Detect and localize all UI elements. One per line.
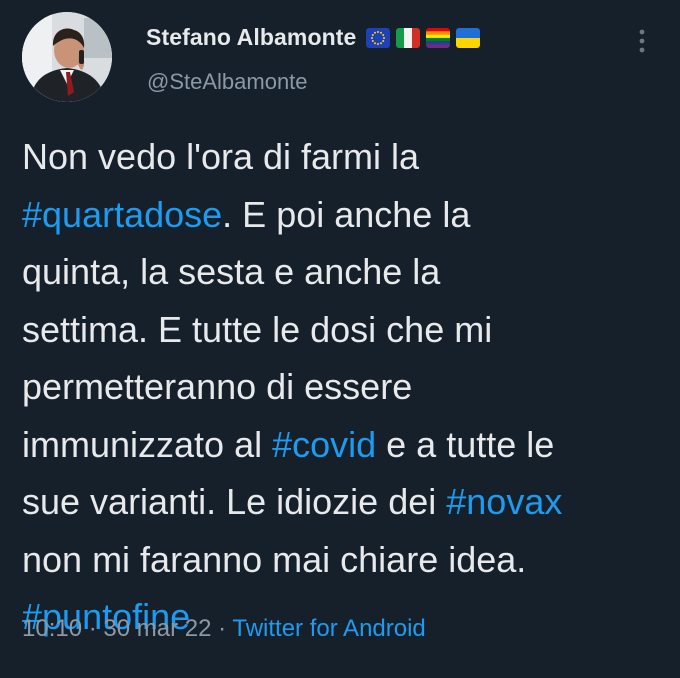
italy-flag-icon <box>396 27 421 48</box>
meta-separator: · <box>82 615 104 642</box>
hashtag-link[interactable]: #novax <box>446 481 562 522</box>
tweet-source-link[interactable]: Twitter for Android <box>232 615 425 642</box>
hashtag-link[interactable]: #covid <box>272 424 376 465</box>
tweet-text-line: settima. E tutte le dosi che mi <box>22 301 662 359</box>
tweet-text-line: Non vedo l'ora di farmi la <box>22 128 662 186</box>
flag-emojis <box>366 27 481 48</box>
avatar[interactable] <box>22 12 112 102</box>
tweet-text-line: sue varianti. Le idiozie dei #novax <box>22 473 662 531</box>
author-row: Stefano Albamonte <box>146 24 481 51</box>
tweet-text-segment: non mi faranno mai chiare idea. <box>22 538 527 580</box>
tweet-text-line: non mi faranno mai chiare idea. <box>22 531 662 589</box>
tweet-text-segment: immunizzato al <box>22 423 273 465</box>
tweet-text-segment: settima. E tutte le dosi che mi <box>22 308 493 350</box>
ukraine-flag-icon <box>456 27 481 48</box>
author-handle[interactable]: @SteAlbamonte <box>147 69 308 95</box>
tweet-text-line: quinta, la sesta e anche la <box>22 243 662 301</box>
rainbow-flag-icon <box>426 27 451 48</box>
more-options-icon[interactable] <box>632 26 652 56</box>
tweet-meta: 10:10 · 30 mar 22 · Twitter for Android <box>22 615 426 643</box>
tweet-text-line: permetteranno di essere <box>22 358 662 416</box>
tweet-text-segment: sue varianti. Le idiozie dei <box>22 481 447 522</box>
tweet-text-segment: e a tutte le <box>376 423 555 465</box>
tweet-date[interactable]: 30 mar 22 <box>103 615 211 642</box>
author-name[interactable]: Stefano Albamonte <box>146 24 356 51</box>
tweet-text-segment: quinta, la sesta e anche la <box>22 251 441 292</box>
tweet-text-segment: Non vedo l'ora di farmi la <box>22 136 420 177</box>
meta-separator: · <box>211 615 233 642</box>
tweet-time[interactable]: 10:10 <box>22 615 82 642</box>
tweet-text-segment: . E poi anche la <box>222 193 471 235</box>
eu-flag-icon <box>366 27 391 48</box>
hashtag-link[interactable]: #quartadose <box>22 194 222 235</box>
tweet: Stefano Albamonte @SteAlbamonte Non vedo… <box>0 0 680 678</box>
avatar-image <box>22 12 112 102</box>
tweet-text-line: immunizzato al #covid e a tutte le <box>22 416 662 474</box>
tweet-text-segment: permetteranno di essere <box>22 366 413 407</box>
tweet-text-line: #quartadose. E poi anche la <box>22 186 662 244</box>
tweet-text: Non vedo l'ora di farmi la #quartadose. E… <box>22 128 662 646</box>
